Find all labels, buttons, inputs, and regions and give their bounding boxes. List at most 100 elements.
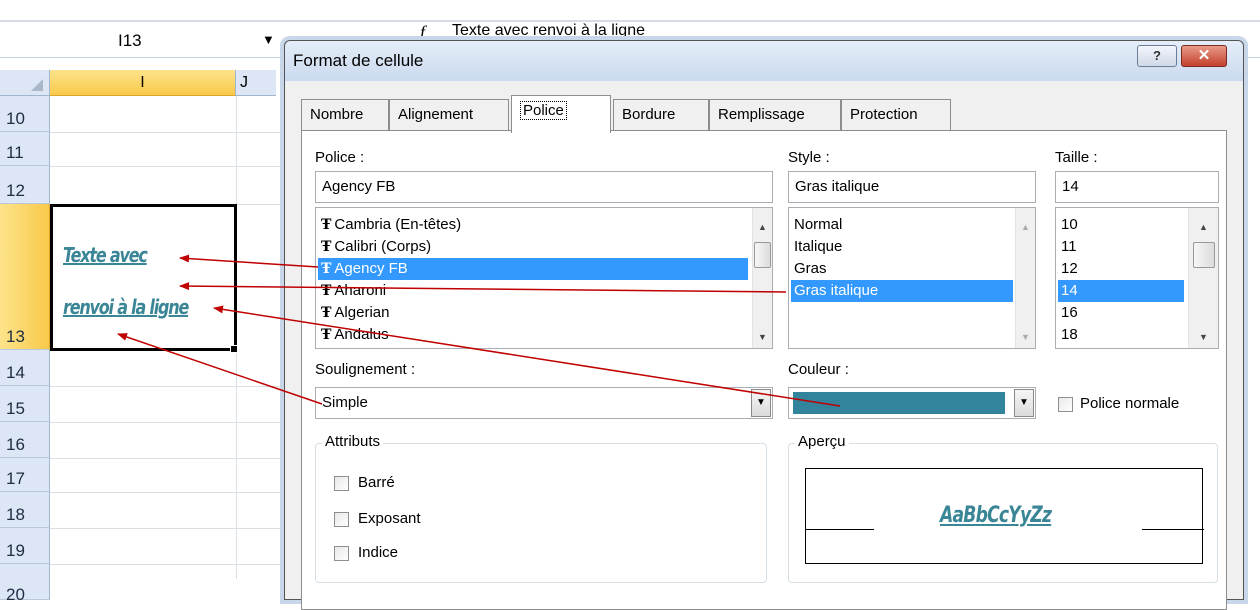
- row-number: 16: [6, 435, 25, 454]
- taille-item[interactable]: 12: [1058, 258, 1184, 280]
- name-box[interactable]: I13 ▼: [0, 26, 276, 58]
- gridline: [50, 166, 286, 167]
- name-box-value: I13: [118, 31, 142, 50]
- style-item-selected[interactable]: Gras italique: [791, 280, 1013, 302]
- police-item-selected[interactable]: Ŧ Agency FB: [318, 258, 748, 280]
- tab-remplissage[interactable]: Remplissage: [709, 99, 841, 131]
- cell-text-line-2: renvoi à la ligne: [63, 295, 189, 319]
- police-item[interactable]: Ŧ Andalus: [318, 324, 748, 346]
- selected-cell-i13[interactable]: Texte avec renvoi à la ligne: [50, 204, 237, 351]
- gridline: [50, 132, 286, 133]
- dialog-title: Format de cellule: [293, 51, 424, 70]
- style-item[interactable]: Gras: [791, 258, 1013, 280]
- select-all-corner[interactable]: [0, 70, 50, 96]
- tab-police[interactable]: Police: [511, 95, 611, 133]
- column-header-i[interactable]: I: [50, 70, 236, 96]
- exposant-checkbox[interactable]: [334, 512, 349, 527]
- style-item[interactable]: Normal: [791, 214, 1013, 236]
- taille-item-selected[interactable]: 14: [1058, 280, 1184, 302]
- scroll-up-icon[interactable]: ▲: [758, 222, 767, 232]
- police-input[interactable]: Agency FB: [315, 171, 773, 203]
- dialog-titlebar[interactable]: Format de cellule ? ✕: [285, 41, 1243, 81]
- taille-scrollbar[interactable]: ▲ ▼: [1188, 208, 1218, 348]
- column-header-j[interactable]: J: [236, 70, 276, 96]
- row-header-10[interactable]: 10: [0, 96, 50, 132]
- gridline: [50, 386, 286, 387]
- tab-protection[interactable]: Protection: [841, 99, 951, 131]
- row-header-19[interactable]: 19: [0, 528, 50, 564]
- row-number: 19: [6, 541, 25, 560]
- soulignement-label: Soulignement :: [315, 361, 416, 378]
- taille-input[interactable]: 14: [1055, 171, 1219, 203]
- soulignement-dropdown-icon[interactable]: ▼: [751, 389, 771, 417]
- taille-label: Taille :: [1055, 149, 1098, 166]
- gridline: [50, 492, 286, 493]
- indice-label[interactable]: Indice: [358, 544, 398, 561]
- attributs-group: Attributs Barré Exposant Indice: [315, 433, 767, 583]
- couleur-combo[interactable]: ▼: [788, 387, 1036, 419]
- couleur-dropdown-icon[interactable]: ▼: [1014, 389, 1034, 417]
- police-item[interactable]: Ŧ Aharoni: [318, 280, 748, 302]
- police-normale-label[interactable]: Police normale: [1080, 395, 1179, 412]
- police-normale-checkbox[interactable]: [1058, 397, 1073, 412]
- row-header-13[interactable]: 13: [0, 204, 50, 350]
- close-button[interactable]: ✕: [1181, 45, 1227, 67]
- style-list[interactable]: Normal Italique Gras Gras italique ▲ ▼: [788, 207, 1036, 349]
- police-item[interactable]: Ŧ Cambria (En-têtes): [318, 214, 748, 236]
- formula-text[interactable]: Texte avec renvoi à la ligne: [452, 22, 645, 40]
- fill-handle[interactable]: [230, 345, 238, 353]
- barre-label[interactable]: Barré: [358, 474, 395, 491]
- row-number: 20: [6, 585, 25, 604]
- scroll-up-icon[interactable]: ▲: [1021, 222, 1030, 232]
- baseline-right: [1142, 529, 1204, 530]
- tab-nombre[interactable]: Nombre: [301, 99, 389, 131]
- row-header-18[interactable]: 18: [0, 492, 50, 528]
- tab-label: Police: [520, 101, 567, 120]
- row-header-12[interactable]: 12: [0, 166, 50, 204]
- police-item[interactable]: Ŧ Calibri (Corps): [318, 236, 748, 258]
- scroll-thumb[interactable]: [754, 242, 771, 268]
- name-box-dropdown-icon[interactable]: ▼: [262, 32, 275, 47]
- scroll-down-icon[interactable]: ▼: [758, 332, 767, 342]
- tab-alignement[interactable]: Alignement: [389, 99, 509, 131]
- style-input[interactable]: Gras italique: [788, 171, 1036, 203]
- police-item-label: Calibri (Corps): [334, 238, 432, 255]
- indice-checkbox[interactable]: [334, 546, 349, 561]
- couleur-swatch: [793, 392, 1005, 414]
- scroll-up-icon[interactable]: ▲: [1199, 222, 1208, 232]
- exposant-label[interactable]: Exposant: [358, 510, 421, 527]
- row-number: 11: [6, 143, 24, 162]
- style-item[interactable]: Italique: [791, 236, 1013, 258]
- barre-checkbox[interactable]: [334, 476, 349, 491]
- style-scrollbar[interactable]: ▲ ▼: [1015, 208, 1035, 348]
- gridline: [50, 528, 286, 529]
- taille-item[interactable]: 18: [1058, 324, 1184, 346]
- row-header-15[interactable]: 15: [0, 386, 50, 422]
- row-header-20[interactable]: 20: [0, 564, 50, 604]
- police-list[interactable]: Ŧ Cambria (En-têtes) Ŧ Calibri (Corps) Ŧ Ag…: [315, 207, 773, 349]
- format-cells-dialog: Format de cellule ? ✕ Nombre Alignement …: [284, 40, 1244, 610]
- tab-bordure[interactable]: Bordure: [613, 99, 709, 131]
- scroll-down-icon[interactable]: ▼: [1021, 332, 1030, 342]
- taille-item[interactable]: 11: [1058, 236, 1184, 258]
- soulignement-combo[interactable]: Simple ▼: [315, 387, 773, 419]
- truetype-icon: Ŧ: [321, 283, 332, 299]
- row-header-14[interactable]: 14: [0, 350, 50, 386]
- police-item-label: Aharoni: [334, 282, 387, 299]
- truetype-icon: Ŧ: [321, 239, 332, 255]
- row-header-11[interactable]: 11: [0, 132, 50, 166]
- taille-item[interactable]: 10: [1058, 214, 1184, 236]
- row-number: 15: [6, 399, 25, 418]
- taille-list[interactable]: 10 11 12 14 16 18 ▲ ▼: [1055, 207, 1219, 349]
- help-button[interactable]: ?: [1137, 45, 1177, 67]
- scroll-down-icon[interactable]: ▼: [1199, 332, 1208, 342]
- apercu-sample: AaBbCcYyZz: [940, 503, 1052, 528]
- row-number: 14: [6, 363, 25, 382]
- row-header-17[interactable]: 17: [0, 458, 50, 492]
- taille-item[interactable]: 16: [1058, 302, 1184, 324]
- truetype-icon: Ŧ: [321, 217, 332, 233]
- scroll-thumb[interactable]: [1193, 242, 1215, 268]
- police-scrollbar[interactable]: ▲ ▼: [752, 208, 772, 348]
- police-item[interactable]: Ŧ Algerian: [318, 302, 748, 324]
- row-header-16[interactable]: 16: [0, 422, 50, 458]
